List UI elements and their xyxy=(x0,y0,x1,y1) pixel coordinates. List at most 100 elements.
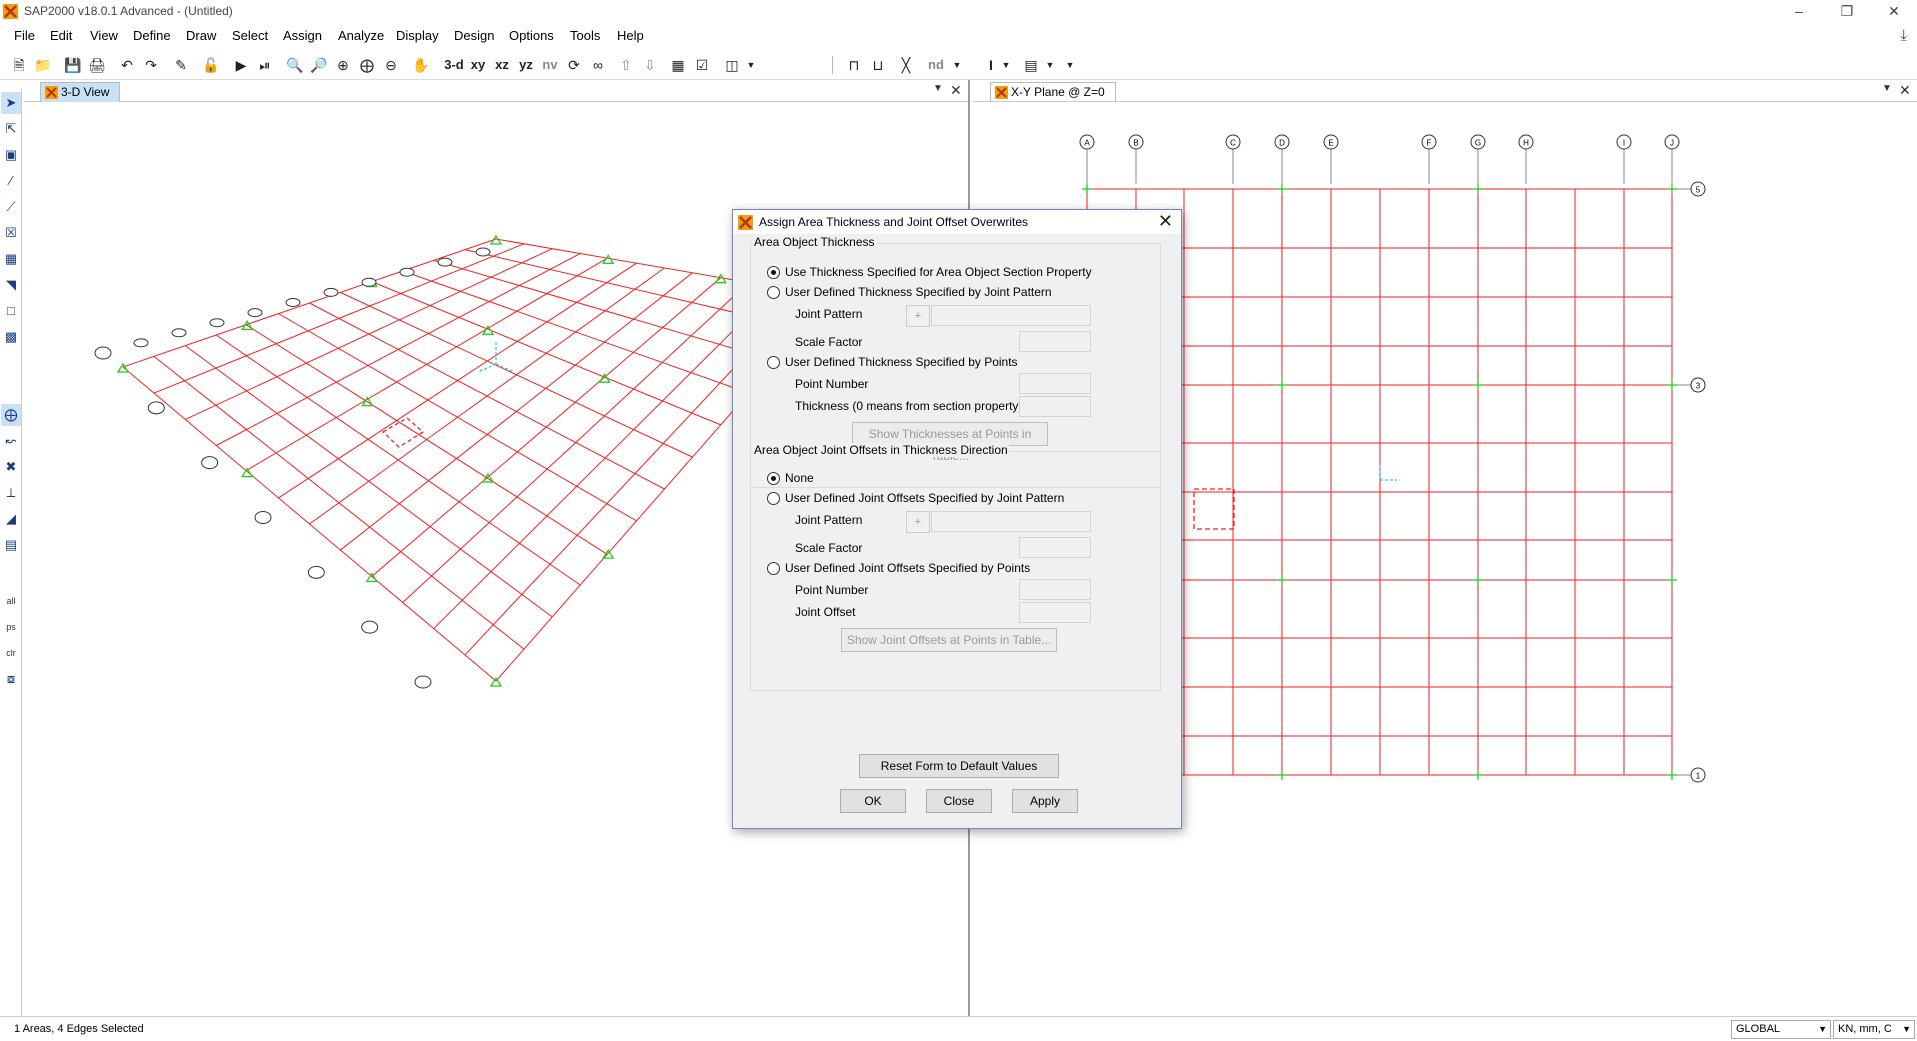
save-icon[interactable]: 💾 xyxy=(62,54,84,76)
coord-system-select[interactable]: GLOBAL ▼ xyxy=(1731,1020,1831,1039)
minimize-button[interactable]: – xyxy=(1776,0,1822,24)
draw-area-icon[interactable]: ◥ xyxy=(1,274,21,296)
download-icon[interactable]: ⤓ xyxy=(1900,27,1907,44)
zoom-in-icon[interactable]: ⨁ xyxy=(356,54,378,76)
chevron-down-icon[interactable]: ▼ xyxy=(1044,54,1056,76)
zoom-restore-icon[interactable]: 🔎 xyxy=(308,54,330,76)
dialog-close-icon[interactable]: ✕ xyxy=(1158,211,1173,232)
lock-icon[interactable]: 🔓 xyxy=(200,54,222,76)
draw-brace-icon[interactable]: ☒ xyxy=(1,222,21,244)
menu-options[interactable]: Options xyxy=(509,28,554,43)
menu-display[interactable]: Display xyxy=(396,28,439,43)
pan-icon[interactable]: ✋ xyxy=(410,54,432,76)
reset-form-button[interactable]: Reset Form to Default Values xyxy=(859,754,1059,778)
redo-icon[interactable]: ↷ xyxy=(140,54,162,76)
offsets-add-pattern-button[interactable]: + xyxy=(906,511,930,533)
menu-define[interactable]: Define xyxy=(133,28,171,43)
zoom-full-icon[interactable]: ⊕ xyxy=(332,54,354,76)
radio-thickness-pattern[interactable] xyxy=(767,286,780,299)
zoom-out-icon[interactable]: ⊖ xyxy=(380,54,402,76)
open-icon[interactable]: 📁 xyxy=(32,54,54,76)
draw-rect-area-icon[interactable]: □ xyxy=(1,300,21,322)
view-nv-button[interactable]: nv xyxy=(539,54,561,76)
run-now-icon[interactable]: ⏯ xyxy=(254,54,276,76)
perspective-icon[interactable]: ∞ xyxy=(587,54,609,76)
menu-view[interactable]: View xyxy=(90,28,118,43)
apply-button[interactable]: Apply xyxy=(1012,789,1078,813)
restore-button[interactable]: ❐ xyxy=(1824,0,1870,24)
run-analysis-icon[interactable]: ▶ xyxy=(230,54,252,76)
menu-select[interactable]: Select xyxy=(232,28,268,43)
snap-perpendicular-icon[interactable]: ⟂ xyxy=(1,482,21,504)
new-model-icon[interactable]: 🗎 xyxy=(8,54,30,76)
view-xy-button[interactable]: xy xyxy=(467,54,489,76)
quick-area-icon[interactable]: ▩ xyxy=(1,326,21,348)
offsets-scale-factor-input[interactable] xyxy=(1019,537,1091,558)
radio-offsets-none[interactable] xyxy=(767,472,780,485)
menu-draw[interactable]: Draw xyxy=(186,28,216,43)
zoom-window-icon[interactable]: 🔍 xyxy=(284,54,306,76)
menu-file[interactable]: File xyxy=(14,28,35,43)
menu-design[interactable]: Design xyxy=(454,28,494,43)
thickness-scale-factor-input[interactable] xyxy=(1019,331,1091,352)
chevron-down-icon[interactable]: ▼ xyxy=(933,83,943,94)
ok-button[interactable]: OK xyxy=(840,789,906,813)
area-section-icon[interactable]: ▤ xyxy=(1020,54,1042,76)
reshape-icon[interactable]: ⇱ xyxy=(1,118,21,140)
draw-brace-icon[interactable]: ╳ xyxy=(891,54,921,76)
display-options-icon[interactable]: ▦ xyxy=(667,54,689,76)
thickness-value-input[interactable] xyxy=(1019,396,1091,417)
radio-thickness-section[interactable] xyxy=(767,266,780,279)
menu-tools[interactable]: Tools xyxy=(570,28,600,43)
draw-multi-frame-icon[interactable]: ⊔ xyxy=(867,54,889,76)
chevron-down-icon[interactable]: ▼ xyxy=(745,54,757,76)
radio-offsets-points[interactable] xyxy=(767,562,780,575)
close-window-button[interactable]: ✕ xyxy=(1871,0,1917,24)
draw-frame-icon[interactable]: ⟋ xyxy=(1,196,21,218)
menu-analyze[interactable]: Analyze xyxy=(338,28,384,43)
clear-selection-button[interactable]: clr xyxy=(1,642,21,664)
chevron-down-icon[interactable]: ▼ xyxy=(951,54,963,76)
close-button[interactable]: Close xyxy=(926,789,992,813)
tab-xy-plane[interactable]: X-Y Plane @ Z=0 xyxy=(990,82,1116,102)
thickness-joint-pattern-select[interactable] xyxy=(931,305,1091,326)
snap-ends-icon[interactable]: ↜ xyxy=(1,430,21,452)
print-icon[interactable]: 🖨 xyxy=(86,54,108,76)
intersecting-line-icon[interactable]: ⧇ xyxy=(1,668,21,690)
offsets-joint-offset-input[interactable] xyxy=(1019,602,1091,623)
show-joint-offsets-button[interactable]: Show Joint Offsets at Points in Table... xyxy=(841,628,1057,652)
snap-lines-icon[interactable]: ◢ xyxy=(1,508,21,530)
menu-help[interactable]: Help xyxy=(617,28,644,43)
view-yz-button[interactable]: yz xyxy=(515,54,537,76)
draw-grid-icon[interactable]: ▦ xyxy=(1,248,21,270)
snap-point-icon[interactable]: ⨁ xyxy=(1,404,21,426)
move-up-icon[interactable]: ⇧ xyxy=(615,54,637,76)
units-select[interactable]: KN, mm, C ▼ xyxy=(1833,1020,1915,1039)
snap-intersection-icon[interactable]: ✖ xyxy=(1,456,21,478)
view-3d-button[interactable]: 3-d xyxy=(441,54,467,76)
offsets-joint-pattern-select[interactable] xyxy=(931,511,1091,532)
previous-selection-button[interactable]: ps xyxy=(1,616,21,638)
draw-frame-icon[interactable]: ⊓ xyxy=(843,54,865,76)
draw-joint-icon[interactable]: ▣ xyxy=(1,144,21,166)
close-pane-icon[interactable]: ✕ xyxy=(1899,82,1911,99)
undo-icon[interactable]: ↶ xyxy=(116,54,138,76)
view-nd-button[interactable]: nd xyxy=(925,54,947,76)
chevron-down-icon[interactable]: ▼ xyxy=(1000,54,1012,76)
set-display-icon[interactable]: ◫ xyxy=(721,54,743,76)
section-icon[interactable]: I xyxy=(980,54,1002,76)
draw-line-icon[interactable]: ∕ xyxy=(1,170,21,192)
select-all-button[interactable]: all xyxy=(1,590,21,612)
tab-3d-view[interactable]: 3-D View xyxy=(40,82,121,102)
object-shrink-icon[interactable]: ☑ xyxy=(691,54,713,76)
radio-thickness-points[interactable] xyxy=(767,356,780,369)
chevron-down-icon[interactable]: ▼ xyxy=(1882,83,1892,94)
thickness-point-number-input[interactable] xyxy=(1019,373,1091,394)
thickness-add-pattern-button[interactable]: + xyxy=(906,305,930,327)
menu-edit[interactable]: Edit xyxy=(50,28,72,43)
close-pane-icon[interactable]: ✕ xyxy=(950,82,962,99)
chevron-down-icon[interactable]: ▼ xyxy=(1064,54,1076,76)
view-xz-button[interactable]: xz xyxy=(491,54,513,76)
move-down-icon[interactable]: ⇩ xyxy=(639,54,661,76)
snap-fine-grid-icon[interactable]: ▤ xyxy=(1,534,21,556)
